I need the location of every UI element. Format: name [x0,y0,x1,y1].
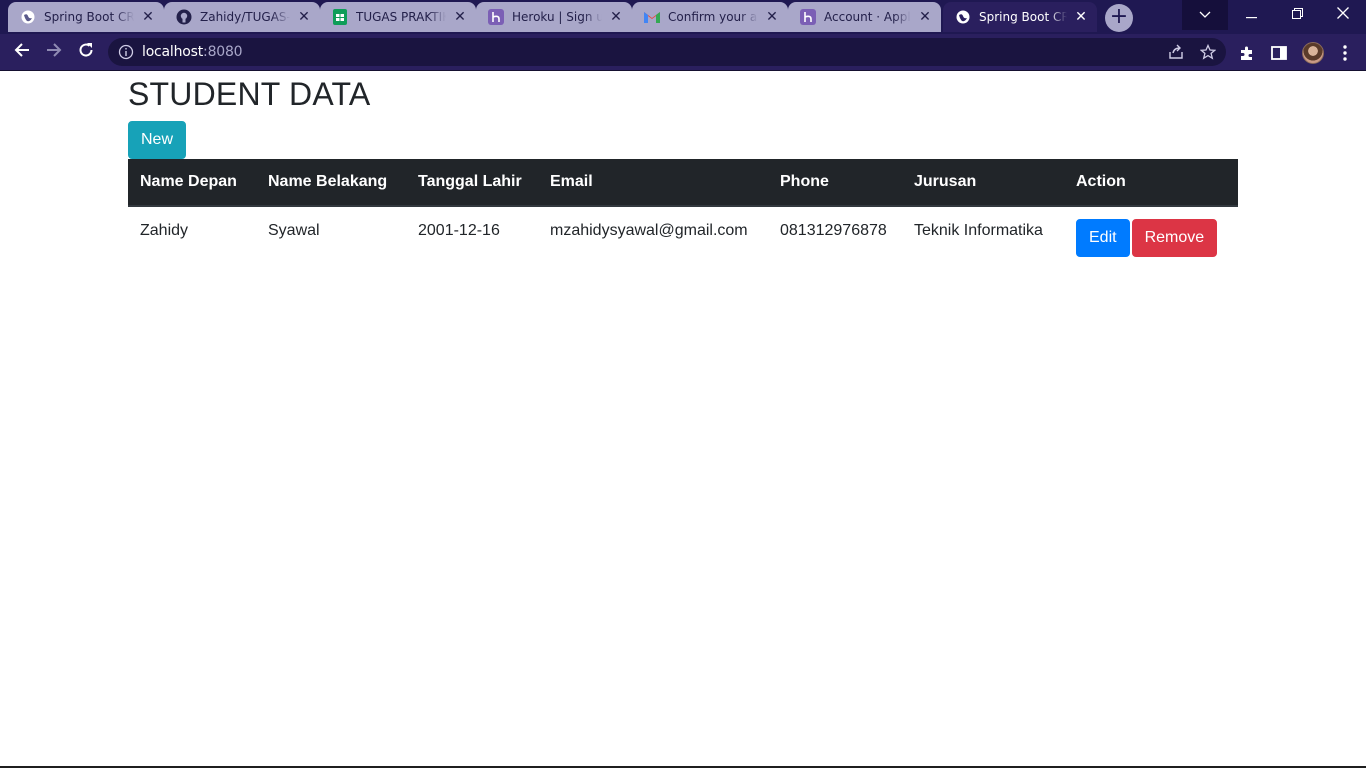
col-header-first-name: Name Depan [128,159,256,207]
restore-icon [1291,6,1303,24]
tab-heroku-account[interactable]: Account · Applications ✕ [788,2,941,32]
url-host: localhost [142,44,204,60]
url-text: localhost:8080 [142,44,243,60]
tab-close-icon[interactable]: ✕ [608,9,624,25]
gmail-icon [644,9,660,25]
browser-toolbar: localhost:8080 [0,34,1366,71]
col-header-action: Action [1064,159,1238,207]
table-row: Zahidy Syawal 2001-12-16 mzahidysyawal@g… [128,206,1238,269]
edit-button[interactable]: Edit [1076,219,1130,257]
cell-email: mzahidysyawal@gmail.com [550,222,748,239]
arrow-right-icon [46,42,62,63]
arrow-left-icon [14,42,30,63]
github-icon [176,9,192,25]
star-icon[interactable] [1199,43,1217,60]
globe-icon [955,9,971,25]
tab-close-icon[interactable]: ✕ [764,9,780,25]
minimize-button[interactable] [1228,0,1274,30]
reload-icon [78,42,94,63]
main-container: STUDENT DATA New Name Depan Name Belakan… [128,71,1238,269]
tab-heroku-signup[interactable]: Heroku | Sign up ✕ [476,2,632,32]
url-port: :8080 [203,44,243,60]
cell-birth-date: 2001-12-16 [418,222,500,239]
tab-title: Account · Applications [824,10,911,24]
forward-button[interactable] [40,38,68,66]
remove-button[interactable]: Remove [1131,219,1218,257]
address-bar[interactable]: localhost:8080 [108,38,1226,66]
tab-title: Zahidy/TUGAS-3 [200,10,290,24]
new-student-button[interactable]: New [128,121,187,159]
tab-title: Spring Boot CRUD [979,10,1067,24]
close-window-button[interactable] [1320,0,1366,30]
col-header-phone: Phone [768,159,902,207]
close-icon [1337,6,1349,24]
side-panel-icon[interactable] [1270,44,1288,62]
info-icon[interactable] [118,44,134,60]
new-tab-button[interactable]: + [1105,4,1133,32]
browser-tab-strip: Spring Boot CRUD ✕ Zahidy/TUGAS-3 ✕ TUGA… [0,0,1366,34]
page-content: STUDENT DATA New Name Depan Name Belakan… [0,71,1366,768]
col-header-birth-date: Tanggal Lahir [406,159,538,207]
cell-first-name: Zahidy [140,222,189,239]
chevron-down-icon [1199,6,1211,24]
globe-icon [20,9,36,25]
tab-search-button[interactable] [1182,0,1228,30]
table-header: Name Depan Name Belakang Tanggal Lahir E… [128,159,1238,207]
tab-title: Confirm your account [668,10,758,24]
cell-action: Edit Remove [1064,206,1238,269]
tab-github[interactable]: Zahidy/TUGAS-3 ✕ [164,2,320,32]
cell-last-name: Syawal [268,222,320,239]
tab-close-icon[interactable]: ✕ [917,9,933,25]
tab-close-icon[interactable]: ✕ [296,9,312,25]
tab-spring-boot-crud-1[interactable]: Spring Boot CRUD ✕ [8,2,164,32]
tab-spring-boot-crud-active[interactable]: Spring Boot CRUD ✕ [943,2,1097,32]
tab-title: TUGAS PRAKTIKUM [356,10,446,24]
menu-icon[interactable] [1336,44,1354,62]
reload-button[interactable] [72,38,100,66]
tab-title: Spring Boot CRUD [44,10,134,24]
back-button[interactable] [8,38,36,66]
tab-gmail[interactable]: Confirm your account ✕ [632,2,788,32]
student-table: Name Depan Name Belakang Tanggal Lahir E… [128,159,1238,269]
share-icon[interactable] [1168,44,1184,60]
restore-button[interactable] [1274,0,1320,30]
tab-sheets[interactable]: TUGAS PRAKTIKUM ✕ [320,2,476,32]
tab-title: Heroku | Sign up [512,10,602,24]
cell-major: Teknik Informatika [914,222,1043,239]
tab-close-icon[interactable]: ✕ [452,9,468,25]
col-header-email: Email [538,159,768,207]
col-header-major: Jurusan [902,159,1064,207]
profile-avatar[interactable] [1302,42,1324,64]
table-body: Zahidy Syawal 2001-12-16 mzahidysyawal@g… [128,206,1238,269]
heroku-icon [800,9,816,25]
toolbar-row: New [128,113,1238,159]
table-header-row: Name Depan Name Belakang Tanggal Lahir E… [128,159,1238,207]
tab-close-icon[interactable]: ✕ [1073,9,1089,25]
heroku-icon [488,9,504,25]
col-header-last-name: Name Belakang [256,159,406,207]
sheets-icon [332,9,348,25]
page-title: STUDENT DATA [128,76,371,112]
tab-close-icon[interactable]: ✕ [140,9,156,25]
minimize-icon [1245,6,1257,24]
extensions-icon[interactable] [1238,44,1256,62]
cell-phone: 081312976878 [780,222,887,239]
